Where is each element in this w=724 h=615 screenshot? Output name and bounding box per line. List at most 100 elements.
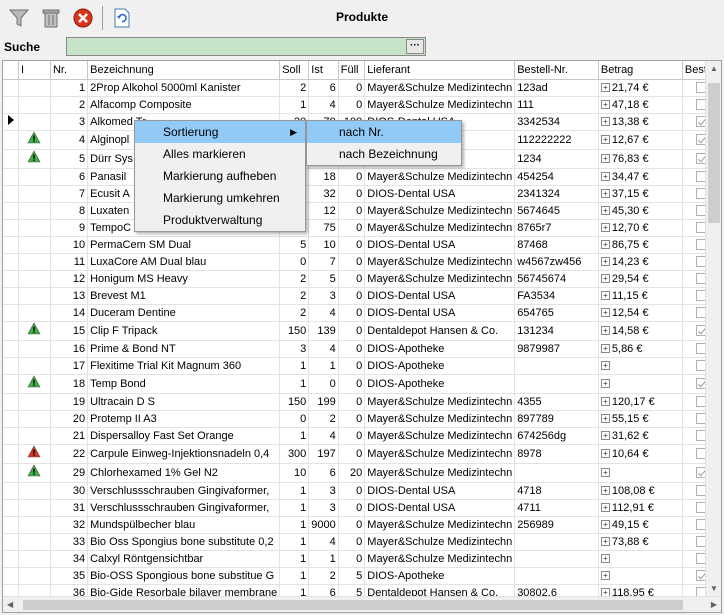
cell-fuell[interactable]: 0 <box>338 357 366 375</box>
cell-ist[interactable]: 4 <box>308 96 339 114</box>
cell-ist[interactable]: 4 <box>308 427 339 445</box>
cell-bestell-nr[interactable]: 131234 <box>514 321 599 341</box>
cell-soll[interactable]: 2 <box>279 270 310 288</box>
cell-soll[interactable]: 1 <box>279 499 310 517</box>
cell-nr[interactable]: 30 <box>50 482 89 500</box>
cell-soll[interactable]: 5 <box>279 236 310 254</box>
cell-bezeichnung[interactable]: Verschlussschrauben Gingivaformer, <box>87 482 281 500</box>
cell-nr[interactable]: 2 <box>50 96 89 114</box>
cell-ist[interactable]: 75 <box>308 219 339 237</box>
cell-bezeichnung[interactable]: PermaCem SM Dual <box>87 236 281 254</box>
cell-lieferant[interactable]: Mayer&Schulze Medizintechn <box>364 533 516 551</box>
cell-betrag[interactable]: +47,18 € <box>598 96 683 114</box>
cell-nr[interactable]: 15 <box>50 321 89 341</box>
cell-bestell-nr[interactable] <box>514 533 599 551</box>
cell-ist[interactable]: 6 <box>308 463 339 483</box>
cell-betrag[interactable]: +73,88 € <box>598 533 683 551</box>
cell-bestell-nr[interactable]: 9879987 <box>514 340 599 358</box>
cell-nr[interactable]: 3 <box>50 113 89 131</box>
cell-nr[interactable]: 35 <box>50 567 89 585</box>
cell-soll[interactable]: 3 <box>279 340 310 358</box>
expand-icon[interactable]: + <box>600 431 610 441</box>
cell-bestell-nr[interactable]: 454254 <box>514 168 599 186</box>
cell-ist[interactable]: 6 <box>308 79 339 97</box>
cell-ist[interactable]: 199 <box>308 393 339 411</box>
menu-item-markierung-aufheben[interactable]: Markierung aufheben <box>135 165 305 187</box>
cell-bestell-nr[interactable]: 1234 <box>514 149 599 169</box>
cell-fuell[interactable]: 0 <box>338 482 366 500</box>
expand-icon[interactable]: + <box>600 172 610 182</box>
expand-icon[interactable]: + <box>600 308 610 318</box>
cell-soll[interactable]: 1 <box>279 550 310 568</box>
submenu-item-nach-bezeichnung[interactable]: nach Bezeichnung <box>307 143 461 165</box>
cell-bezeichnung[interactable]: 2Prop Alkohol 5000ml Kanister <box>87 79 281 97</box>
cell-betrag[interactable]: +34,47 € <box>598 168 683 186</box>
cell-betrag[interactable]: + <box>598 357 683 375</box>
header-ist[interactable]: Ist <box>308 61 339 80</box>
cell-fuell[interactable]: 0 <box>338 321 366 341</box>
cell-ist[interactable]: 4 <box>308 340 339 358</box>
cell-fuell[interactable]: 0 <box>338 304 366 322</box>
cell-fuell[interactable]: 0 <box>338 533 366 551</box>
expand-icon[interactable]: + <box>600 520 610 530</box>
cell-soll[interactable]: 0 <box>279 253 310 271</box>
cell-ist[interactable]: 9000 <box>308 516 339 534</box>
cell-soll[interactable]: 1 <box>279 357 310 375</box>
table-row[interactable]: 19 Ultracain D S 150 199 0 Mayer&Schulze Medi… <box>3 393 721 411</box>
cell-bestell-nr[interactable]: 674256dg <box>514 427 599 445</box>
cell-bestell-nr[interactable]: 56745674 <box>514 270 599 288</box>
cell-nr[interactable]: 16 <box>50 340 89 358</box>
cell-betrag[interactable]: +108,08 € <box>598 482 683 500</box>
cell-bezeichnung[interactable]: Brevest M1 <box>87 287 281 305</box>
cell-soll[interactable]: 150 <box>279 321 310 341</box>
cell-bestell-nr[interactable] <box>514 567 599 585</box>
cell-fuell[interactable]: 0 <box>338 79 366 97</box>
cell-ist[interactable]: 2 <box>308 567 339 585</box>
cell-bezeichnung[interactable]: Chlorhexamed 1% Gel N2 <box>87 463 281 483</box>
cell-bestell-nr[interactable]: 4355 <box>514 393 599 411</box>
cell-bezeichnung[interactable]: Mundspülbecher blau <box>87 516 281 534</box>
cell-bezeichnung[interactable]: Carpule Einweg-Injektionsnadeln 0,4 <box>87 444 281 464</box>
cell-bestell-nr[interactable] <box>514 357 599 375</box>
expand-icon[interactable]: + <box>600 223 610 233</box>
cell-lieferant[interactable]: DIOS-Dental USA <box>364 499 516 517</box>
cell-betrag[interactable]: +12,54 € <box>598 304 683 322</box>
expand-icon[interactable]: + <box>600 397 610 407</box>
cell-lieferant[interactable]: Mayer&Schulze Medizintechn <box>364 168 516 186</box>
cell-nr[interactable]: 18 <box>50 374 89 394</box>
cell-soll[interactable]: 300 <box>279 444 310 464</box>
cell-ist[interactable]: 197 <box>308 444 339 464</box>
cell-betrag[interactable]: + <box>598 550 683 568</box>
cell-soll[interactable]: 1 <box>279 567 310 585</box>
cell-soll[interactable]: 1 <box>279 374 310 394</box>
cell-lieferant[interactable]: DIOS-Dental USA <box>364 236 516 254</box>
cell-nr[interactable]: 13 <box>50 287 89 305</box>
cell-bezeichnung[interactable]: Honigum MS Heavy <box>87 270 281 288</box>
cell-betrag[interactable]: +112,91 € <box>598 499 683 517</box>
cell-fuell[interactable]: 0 <box>338 499 366 517</box>
table-row[interactable]: 15 Clip F Tripack 150 139 0 Dentaldepot Hanse… <box>3 321 721 341</box>
cell-lieferant[interactable]: Mayer&Schulze Medizintechn <box>364 463 516 483</box>
header-betrag[interactable]: Betrag <box>598 61 683 80</box>
menu-item-markierung-umkehren[interactable]: Markierung umkehren <box>135 187 305 209</box>
cell-ist[interactable]: 5 <box>308 270 339 288</box>
menu-item-alles-markieren[interactable]: Alles markieren <box>135 143 305 165</box>
cell-nr[interactable]: 6 <box>50 168 89 186</box>
cell-lieferant[interactable]: Mayer&Schulze Medizintechn <box>364 219 516 237</box>
header-nr[interactable]: Nr. <box>50 61 89 80</box>
cell-fuell[interactable]: 0 <box>338 219 366 237</box>
expand-icon[interactable]: + <box>600 117 610 127</box>
cell-nr[interactable]: 29 <box>50 463 89 483</box>
expand-icon[interactable]: + <box>600 240 610 250</box>
table-row[interactable]: 30 Verschlussschrauben Gingivaformer, 1 3 0 D… <box>3 482 721 500</box>
cell-lieferant[interactable]: Mayer&Schulze Medizintechn <box>364 79 516 97</box>
cell-fuell[interactable]: 0 <box>338 168 366 186</box>
cell-bezeichnung[interactable]: Flexitime Trial Kit Magnum 360 <box>87 357 281 375</box>
scroll-right-icon[interactable]: ▶ <box>711 600 717 609</box>
vertical-scroll-thumb[interactable] <box>708 83 720 223</box>
search-input[interactable] <box>66 37 426 56</box>
cell-nr[interactable]: 14 <box>50 304 89 322</box>
expand-icon[interactable]: + <box>600 449 610 459</box>
cell-nr[interactable]: 31 <box>50 499 89 517</box>
expand-icon[interactable]: + <box>600 100 610 110</box>
